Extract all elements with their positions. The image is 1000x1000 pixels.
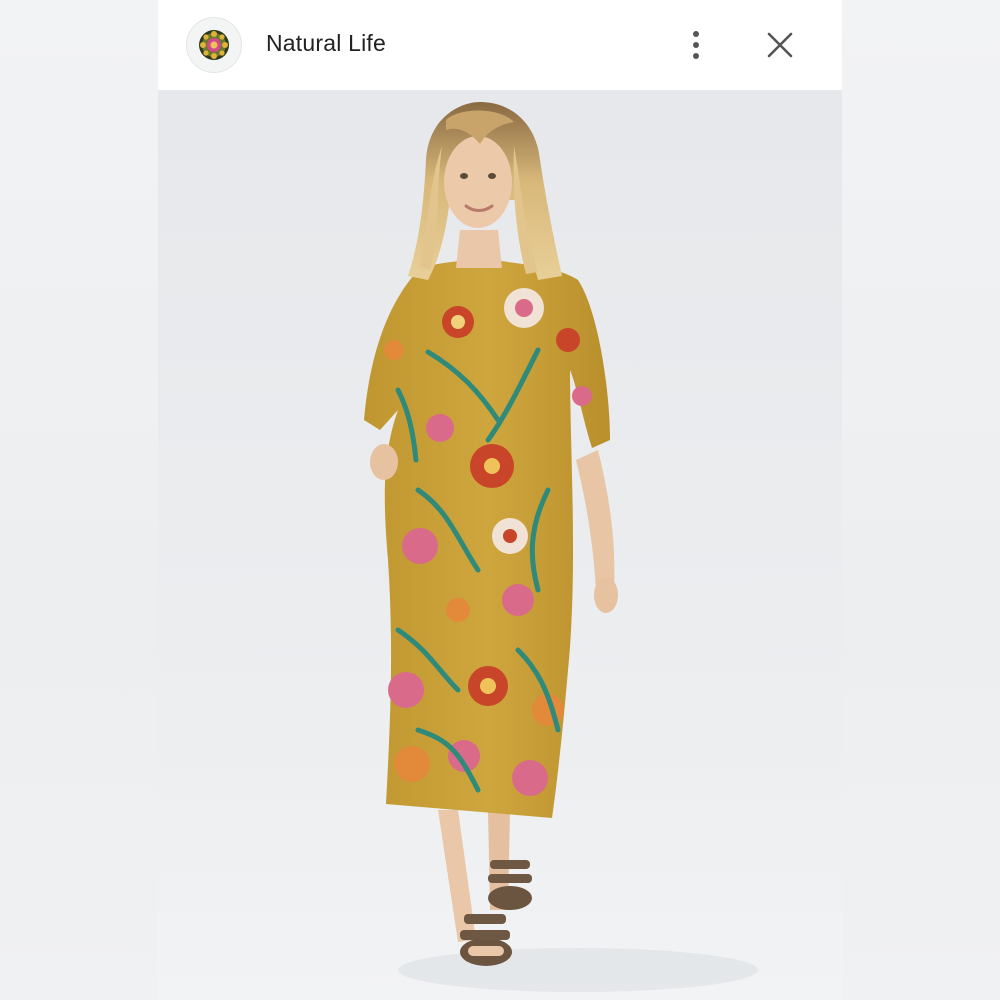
sandal-left xyxy=(460,914,512,966)
shop-avatar[interactable] xyxy=(186,17,242,73)
more-vertical-icon xyxy=(693,31,699,59)
close-icon xyxy=(767,32,793,58)
more-options-button[interactable] xyxy=(678,22,714,68)
background-right xyxy=(842,0,1000,1000)
product-photo[interactable] xyxy=(158,90,842,1000)
model-in-floral-dress-photo xyxy=(158,90,842,1000)
background-left xyxy=(0,0,158,1000)
screen: Natural Life xyxy=(0,0,1000,1000)
product-card: Natural Life xyxy=(158,0,842,1000)
shop-name[interactable]: Natural Life xyxy=(266,30,386,57)
close-button[interactable] xyxy=(758,23,802,67)
natural-life-logo-icon xyxy=(199,30,229,60)
post-header: Natural Life xyxy=(158,0,842,90)
